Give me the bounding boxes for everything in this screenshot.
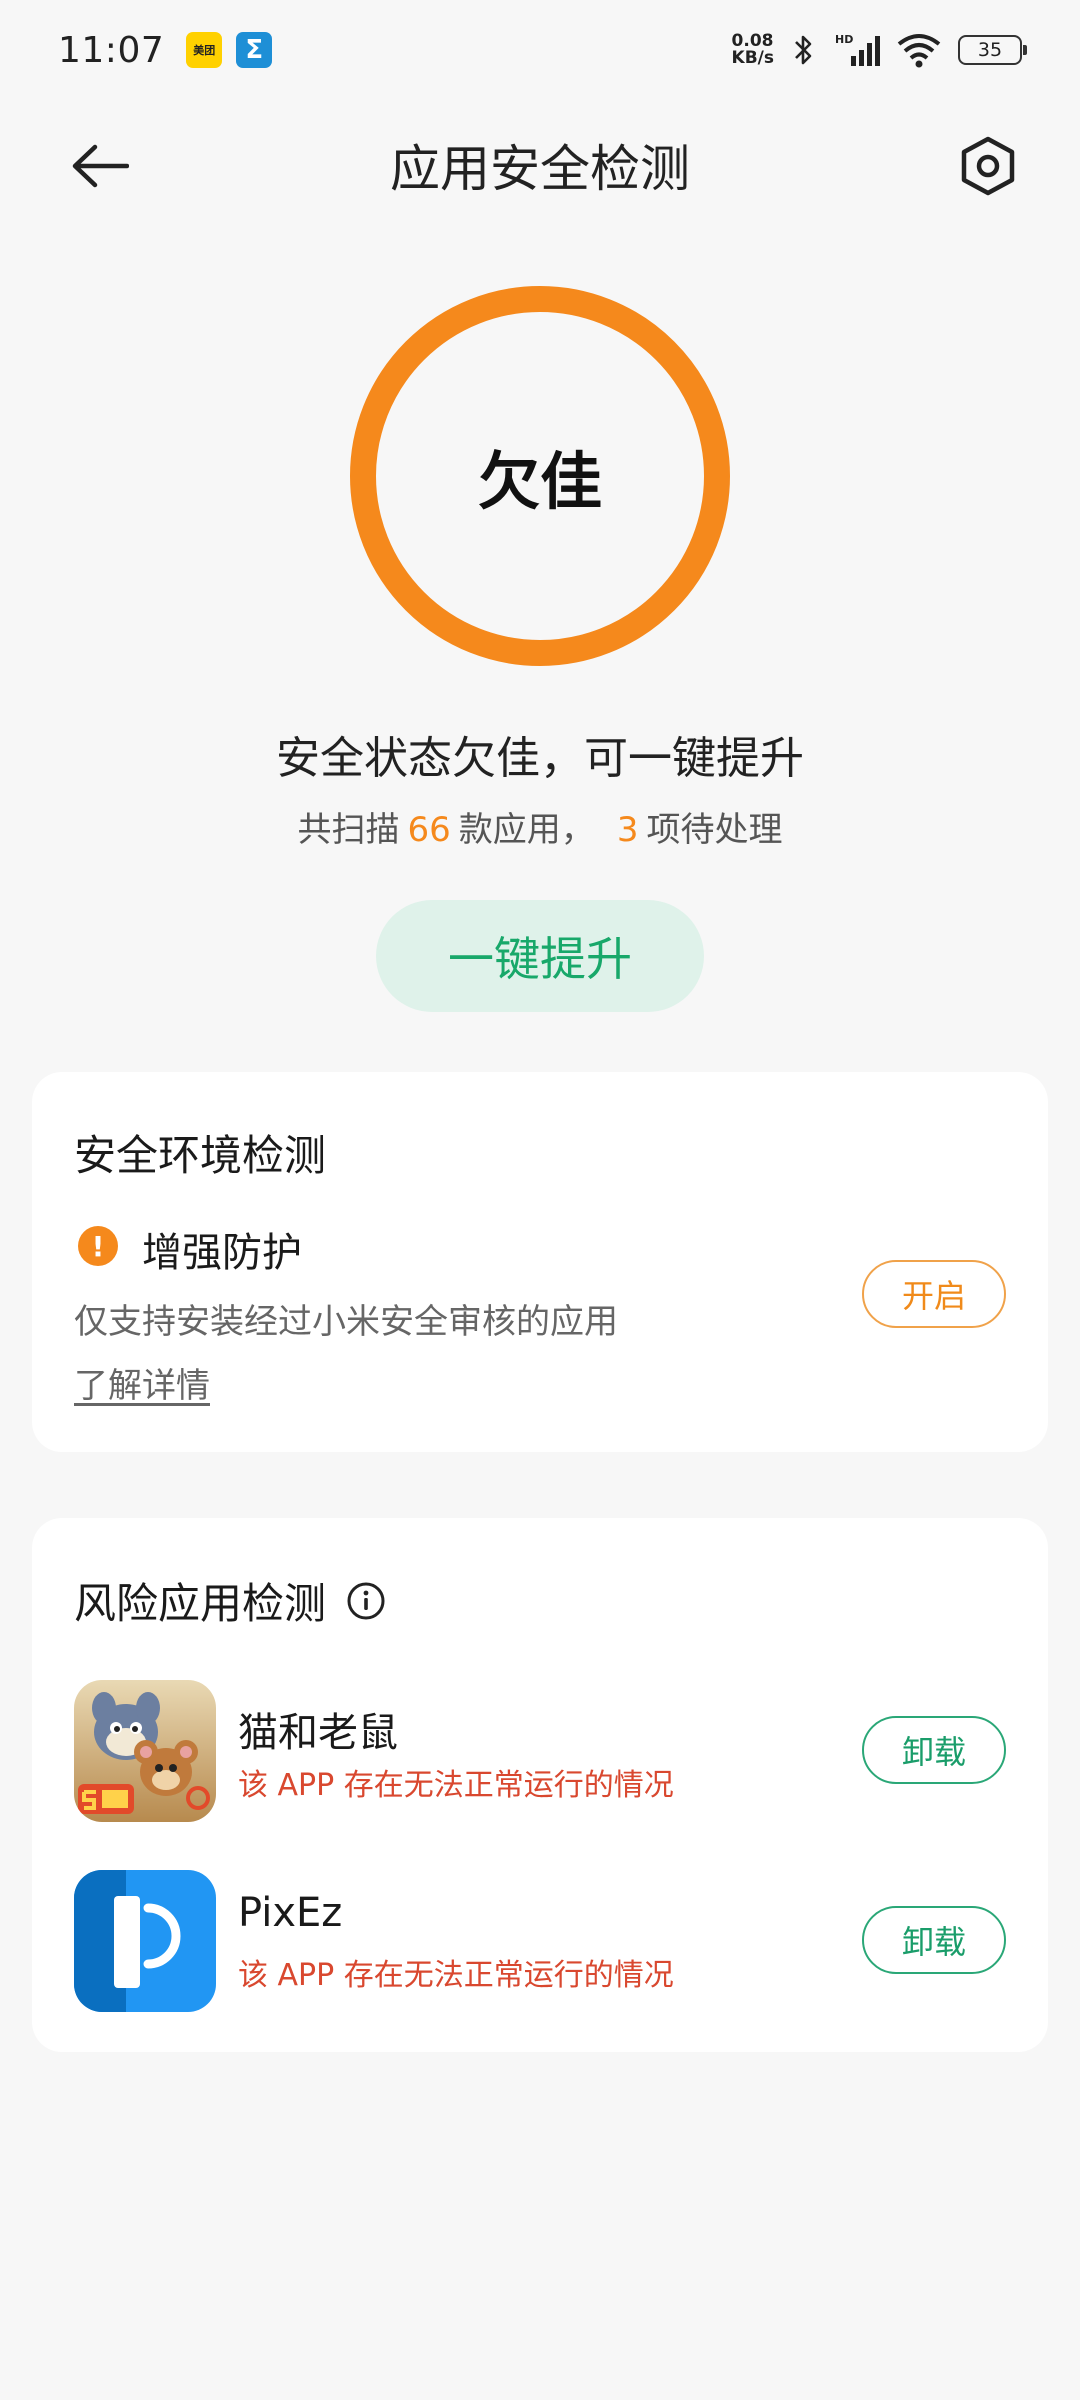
battery-indicator: 35 — [958, 35, 1027, 65]
page-title: 应用安全检测 — [390, 140, 690, 198]
app-warning: 该 APP 存在无法正常运行的情况 — [238, 1768, 674, 1803]
learn-more-link[interactable]: 了解详情 — [74, 1358, 210, 1407]
app-warning: 该 APP 存在无法正常运行的情况 — [238, 1958, 674, 1993]
risk-card-title-row: 风险应用检测 — [74, 1570, 386, 1631]
scan-summary-prefix: 共扫描 — [297, 810, 400, 850]
sigma-notification-icon: Σ — [236, 32, 273, 68]
back-button[interactable] — [70, 138, 130, 198]
security-environment-card: 安全环境检测 ! 增强防护 仅支持安装经过小米安全审核的应用 了解详情 开启 — [32, 1072, 1048, 1452]
info-circle-icon[interactable] — [346, 1581, 386, 1621]
arrow-left-icon — [71, 144, 130, 192]
score-label: 欠佳 — [477, 445, 602, 518]
meituan-notification-icon: 美团 — [186, 32, 223, 68]
status-indicators: 0.08 KB/s HD 35 — [732, 32, 1027, 68]
status-time: 11:07 — [58, 29, 165, 71]
pending-item-count: 3 — [616, 810, 639, 850]
enable-protection-button[interactable]: 开启 — [862, 1260, 1006, 1328]
status-bar: 11:07 美团 Σ 0.08 KB/s HD 35 — [0, 0, 1080, 100]
risk-apps-card: 风险应用检测 猫和老鼠 该 APP 存在无法正常运行的情况 卸载 PixEz 该… — [32, 1518, 1048, 2052]
risk-card-title: 风险应用检测 — [74, 1579, 327, 1628]
scan-summary-middle: 款应用， — [458, 810, 595, 850]
app-name: 猫和老鼠 — [238, 1710, 398, 1756]
uninstall-button[interactable]: 卸载 — [862, 1716, 1006, 1784]
scan-summary: 共扫描 66 款应用， 3 项待处理 — [0, 802, 1080, 851]
risk-app-row: 猫和老鼠 该 APP 存在无法正常运行的情况 卸载 — [32, 1680, 1048, 1822]
enhanced-protection-title: 增强防护 — [142, 1230, 302, 1276]
pixez-app-icon — [74, 1870, 216, 2012]
hexagon-gear-icon — [960, 136, 1016, 200]
bluetooth-icon — [786, 32, 822, 68]
risk-app-row: PixEz 该 APP 存在无法正常运行的情况 卸载 — [32, 1870, 1048, 2012]
hd-label: HD — [835, 33, 853, 46]
enhanced-protection-description: 仅支持安装经过小米安全审核的应用 — [74, 1302, 618, 1342]
app-name: PixEz — [238, 1890, 343, 1936]
uninstall-button[interactable]: 卸载 — [862, 1906, 1006, 1974]
network-speed-unit: KB/s — [731, 48, 774, 68]
one-tap-boost-button[interactable]: 一键提升 — [376, 900, 704, 1012]
scan-summary-suffix: 项待处理 — [646, 810, 783, 850]
tom-and-jerry-app-icon — [74, 1680, 216, 1822]
security-status-title: 安全状态欠佳，可一键提升 — [276, 733, 804, 784]
signal-icon: HD — [834, 32, 884, 68]
settings-button[interactable] — [956, 136, 1020, 200]
network-speed: 0.08 KB/s — [732, 33, 774, 67]
page-header: 应用安全检测 — [0, 110, 1080, 220]
exclamation-circle-icon: ! — [78, 1226, 118, 1266]
env-card-title: 安全环境检测 — [74, 1131, 327, 1180]
scanned-app-count: 66 — [407, 810, 451, 850]
wifi-icon — [896, 32, 942, 68]
security-score-ring: 欠佳 — [350, 286, 730, 666]
